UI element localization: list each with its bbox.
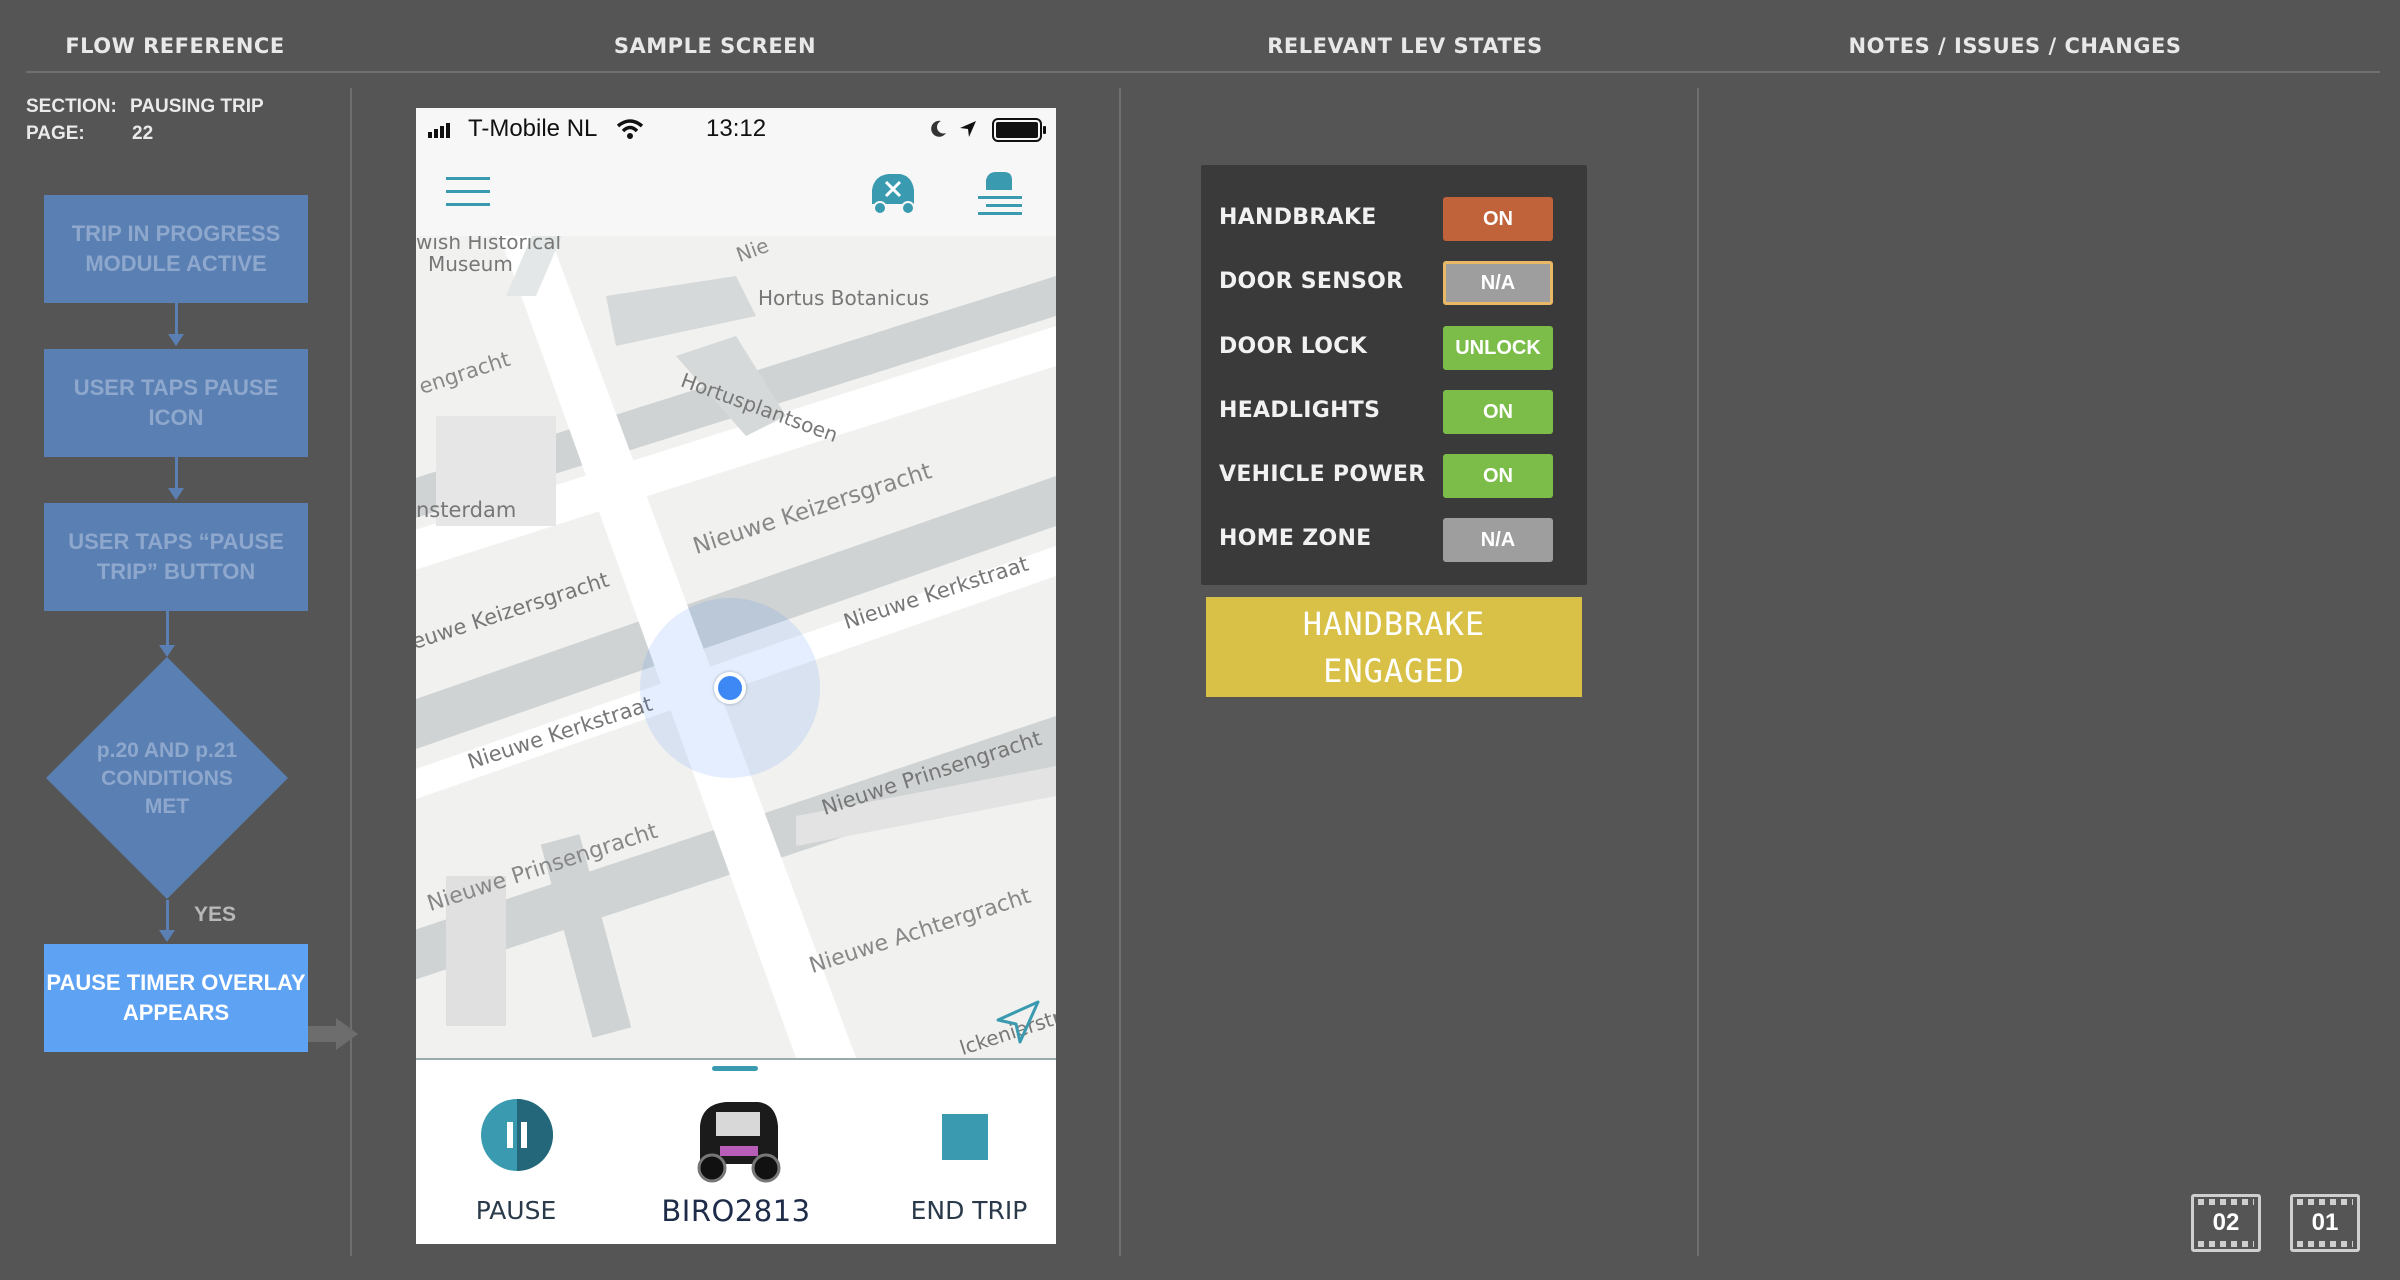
lev-state-value: ON	[1443, 390, 1553, 434]
current-location-dot	[714, 672, 746, 704]
nav-button-01[interactable]: 01	[2290, 1194, 2360, 1252]
map-label: nsterdam	[416, 498, 517, 522]
lev-state-value: N/A	[1443, 518, 1553, 562]
lev-state-headlights: HEADLIGHTS ON	[1219, 390, 1579, 436]
lev-state-label: HOME ZONE	[1219, 526, 1372, 551]
handbrake-alert-banner: HANDBRAKE ENGAGED	[1206, 597, 1582, 697]
status-time: 13:12	[706, 115, 767, 142]
column-divider-2	[1119, 88, 1121, 1256]
lev-state-label: VEHICLE POWER	[1219, 462, 1426, 487]
lev-state-value: ON	[1443, 197, 1553, 241]
panel-drag-handle[interactable]	[712, 1066, 758, 1071]
car-service-icon[interactable]	[866, 168, 920, 218]
vehicle-id: BIRO2813	[661, 1194, 811, 1228]
pause-icon[interactable]	[480, 1098, 554, 1172]
flow-step-pause-timer-overlay: PAUSE TIMER OVERLAY APPEARS	[44, 944, 308, 1052]
nav-button-label: 02	[2212, 1209, 2240, 1236]
battery-icon	[992, 118, 1046, 142]
moon-icon	[931, 120, 946, 137]
section-label: SECTION:	[26, 96, 117, 117]
flow-step-user-taps-pause-trip: USER TAPS “PAUSE TRIP” BUTTON	[44, 503, 308, 611]
lev-state-label: DOOR SENSOR	[1219, 269, 1404, 294]
trip-controls-panel: PAUSE BIRO2813 END TRIP	[416, 1058, 1056, 1244]
flow-connector	[166, 900, 169, 932]
column-divider-3	[1697, 88, 1699, 1256]
stop-icon[interactable]	[942, 1114, 988, 1160]
flow-arrowhead	[168, 488, 184, 500]
navigate-icon[interactable]	[994, 998, 1042, 1046]
nav-button-label: 01	[2311, 1209, 2339, 1236]
location-arrow-icon	[960, 121, 976, 137]
flow-decision-text: p.20 AND p.21 CONDITIONS MET	[96, 739, 238, 818]
flow-yes-label: YES	[194, 903, 237, 926]
signal-icon	[428, 123, 450, 138]
flow-connector	[175, 303, 178, 336]
map-label: Hortus Botanicus	[758, 286, 930, 310]
flow-arrowhead	[159, 930, 175, 942]
lev-state-value: N/A	[1443, 261, 1553, 305]
column-divider-1	[350, 88, 352, 1256]
lev-state-label: HEADLIGHTS	[1219, 398, 1381, 423]
header-sample-screen: SAMPLE SCREEN	[613, 34, 817, 58]
alert-line-2: ENGAGED	[1323, 652, 1465, 690]
flow-out-arrow	[308, 1018, 358, 1050]
flow-step-trip-in-progress: TRIP IN PROGRESS MODULE ACTIVE	[44, 195, 308, 303]
menu-icon[interactable]	[446, 175, 492, 209]
flow-arrowhead	[168, 334, 184, 346]
lev-state-label: HANDBRAKE	[1219, 205, 1377, 230]
wifi-icon	[616, 119, 644, 139]
app-bar	[416, 150, 1056, 237]
vehicle-image	[697, 1102, 781, 1183]
lev-state-label: DOOR LOCK	[1219, 334, 1368, 359]
lev-states-panel: HANDBRAKE ON DOOR SENSOR N/A DOOR LOCK U…	[1201, 165, 1587, 585]
page-label: PAGE:	[26, 123, 85, 144]
lev-state-vehicle-power: VEHICLE POWER ON	[1219, 454, 1579, 500]
carrier-name: T-Mobile NL	[468, 115, 598, 142]
status-bar: T-Mobile NL 13:12	[416, 108, 1056, 150]
lev-state-home-zone: HOME ZONE N/A	[1219, 518, 1579, 564]
flow-connector	[166, 611, 169, 649]
lev-state-value: UNLOCK	[1443, 326, 1553, 370]
page-value: 22	[132, 123, 154, 144]
header-notes: NOTES / ISSUES / CHANGES	[1848, 34, 2182, 58]
lev-state-value: ON	[1443, 454, 1553, 498]
section-value: PAUSING TRIP	[130, 96, 264, 117]
flow-step-user-taps-pause: USER TAPS PAUSE ICON	[44, 349, 308, 457]
map-view[interactable]: wish Historical Museum Nie Hortus Botani…	[416, 236, 1056, 1058]
end-trip-label[interactable]: END TRIP	[894, 1196, 1044, 1225]
pause-label[interactable]: PAUSE	[456, 1196, 576, 1225]
lev-state-door-lock: DOOR LOCK UNLOCK	[1219, 326, 1579, 372]
header-flow-reference: FLOW REFERENCE	[65, 34, 285, 58]
lev-state-door-sensor: DOOR SENSOR N/A	[1219, 261, 1579, 307]
map-label: Museum	[428, 252, 513, 276]
alert-line-1: HANDBRAKE	[1302, 605, 1486, 643]
header-divider	[26, 71, 2380, 73]
phone-screen: T-Mobile NL 13:12 wish Historical Museum…	[416, 108, 1056, 1244]
car-list-icon[interactable]	[976, 168, 1024, 218]
lev-state-handbrake: HANDBRAKE ON	[1219, 197, 1579, 243]
header-lev-states: RELEVANT LEV STATES	[1267, 34, 1543, 58]
nav-button-02[interactable]: 02	[2191, 1194, 2261, 1252]
flow-connector	[175, 457, 178, 490]
